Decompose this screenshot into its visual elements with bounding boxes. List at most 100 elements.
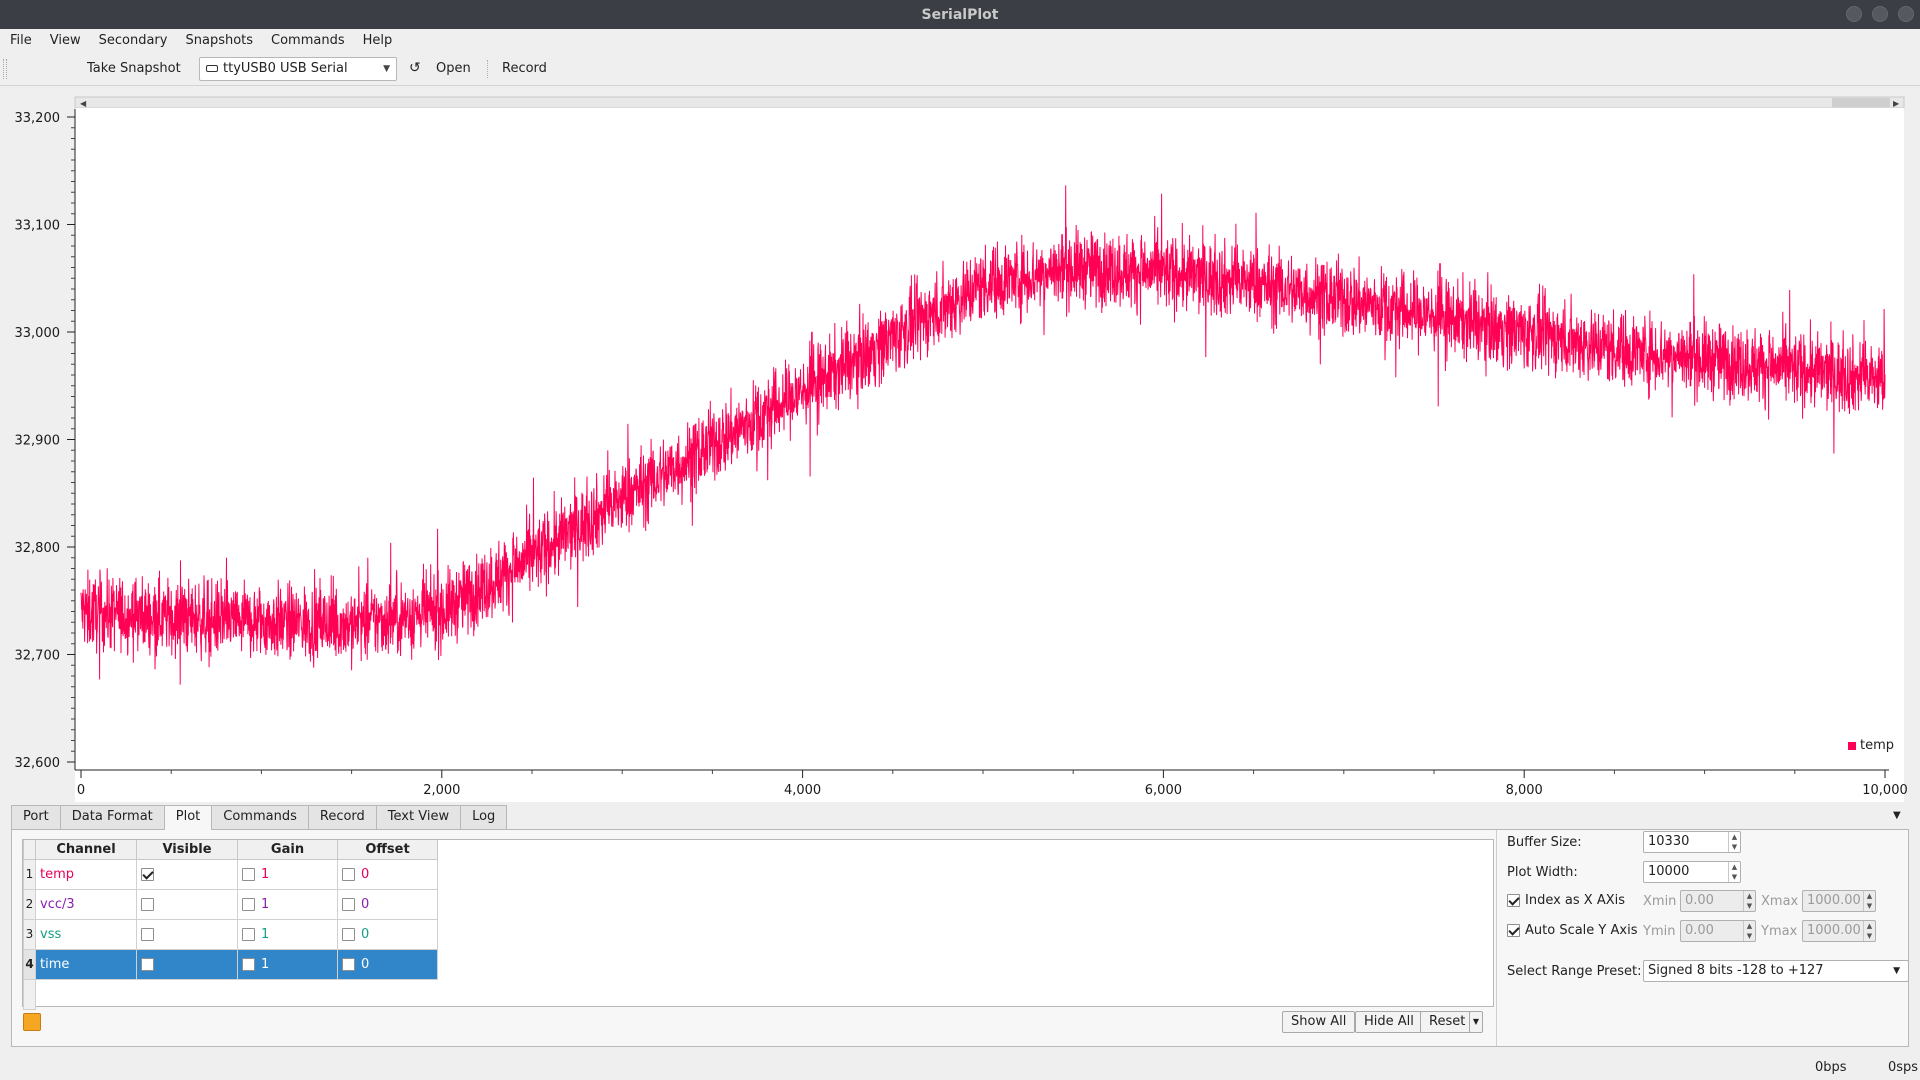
plot-area[interactable]: ◀ ▶ 32,600 32,700 32,800 32,900 33,000 33,100… <box>0 87 1920 802</box>
gain-cell[interactable]: 1 <box>237 888 338 920</box>
plot-canvas[interactable] <box>75 108 1904 802</box>
visible-cell[interactable] <box>136 888 238 920</box>
ymin-label: Ymin <box>1643 924 1676 939</box>
gain-cell[interactable]: 1 <box>237 858 338 890</box>
visible-cell[interactable] <box>136 918 238 950</box>
range-preset-select[interactable]: Signed 8 bits -128 to +127 ▼ <box>1643 960 1909 982</box>
ymax-value: 1000.00 <box>1807 923 1861 938</box>
menu-help[interactable]: Help <box>363 33 393 48</box>
buffer-size-spinbox[interactable]: 10330 ▲ ▼ <box>1643 831 1741 853</box>
tab-port[interactable]: Port <box>11 805 61 829</box>
offset-cell[interactable]: 0 <box>337 888 438 920</box>
offset-value: 0 <box>361 926 370 942</box>
visible-cell[interactable] <box>136 858 238 890</box>
maximize-icon[interactable] <box>1872 6 1888 22</box>
show-all-button[interactable]: Show All <box>1282 1011 1356 1033</box>
gain-cell[interactable]: 1 <box>237 918 338 950</box>
xmax-spinbox[interactable]: 1000.00 ▲ ▼ <box>1802 890 1876 912</box>
reset-menu-chevron-down-icon[interactable]: ▼ <box>1469 1011 1483 1033</box>
gain-checkbox-icon[interactable] <box>242 867 255 881</box>
spin-arrows-icon[interactable]: ▲ ▼ <box>1728 862 1740 882</box>
visible-cell[interactable] <box>136 948 238 980</box>
xmin-spinbox[interactable]: 0.00 ▲ ▼ <box>1680 890 1756 912</box>
y-tick-label: 32,800 <box>15 541 61 556</box>
ymax-spinbox[interactable]: 1000.00 ▲ ▼ <box>1802 920 1876 942</box>
take-snapshot-button[interactable]: Take Snapshot <box>87 51 181 86</box>
gain-cell[interactable]: 1 <box>237 948 338 980</box>
index-as-x-checkbox[interactable]: Index as X AXis <box>1507 893 1625 908</box>
port-select[interactable]: ttyUSB0 USB Serial ▼ <box>199 57 397 81</box>
plot-scrollbar-handle[interactable] <box>1832 98 1890 107</box>
tab-commands[interactable]: Commands <box>211 805 309 829</box>
visible-checkbox-icon[interactable] <box>141 867 154 881</box>
offset-checkbox-icon[interactable] <box>342 957 355 971</box>
scroll-right-icon[interactable]: ▶ <box>1893 99 1900 108</box>
header-visible[interactable]: Visible <box>136 840 238 860</box>
plot-chart[interactable]: ◀ ▶ 32,600 32,700 32,800 32,900 33,000 33,100… <box>0 87 1920 802</box>
offset-cell[interactable]: 0 <box>337 858 438 890</box>
usb-icon <box>206 65 218 72</box>
menu-secondary[interactable]: Secondary <box>99 33 168 48</box>
offset-cell[interactable]: 0 <box>337 948 438 980</box>
visible-checkbox-icon[interactable] <box>141 897 154 911</box>
channel-name-cell[interactable]: time <box>35 948 137 980</box>
menu-view[interactable]: View <box>50 33 81 48</box>
spin-arrows-icon: ▲ ▼ <box>1743 891 1755 911</box>
row-number[interactable]: 4 <box>23 948 36 980</box>
refresh-ports-button[interactable]: ↺ <box>409 51 421 86</box>
menu-snapshots[interactable]: Snapshots <box>185 33 253 48</box>
tab-log[interactable]: Log <box>460 805 508 829</box>
menu-file[interactable]: File <box>10 33 32 48</box>
offset-checkbox-icon[interactable] <box>342 927 355 941</box>
checkbox-icon[interactable] <box>1507 894 1520 907</box>
scroll-left-icon[interactable]: ◀ <box>80 99 87 108</box>
header-channel[interactable]: Channel <box>35 840 137 860</box>
tab-plot[interactable]: Plot <box>163 805 213 830</box>
gain-checkbox-icon[interactable] <box>242 897 255 911</box>
offset-cell[interactable]: 0 <box>337 918 438 950</box>
header-gain[interactable]: Gain <box>237 840 338 860</box>
offset-checkbox-icon[interactable] <box>342 867 355 881</box>
open-port-button[interactable]: Open <box>436 51 471 86</box>
close-icon[interactable] <box>1898 6 1914 22</box>
tab-record[interactable]: Record <box>307 805 377 829</box>
auto-scale-y-checkbox[interactable]: Auto Scale Y Axis <box>1507 923 1637 938</box>
minimize-icon[interactable] <box>1846 6 1862 22</box>
visible-checkbox-icon[interactable] <box>141 927 154 941</box>
row-number[interactable]: 3 <box>23 918 36 950</box>
plot-scrollbar[interactable] <box>74 96 1905 109</box>
y-tick-label: 33,000 <box>15 326 61 341</box>
hide-all-button[interactable]: Hide All <box>1355 1011 1423 1033</box>
tab-text-view[interactable]: Text View <box>375 805 462 829</box>
channel-name-cell[interactable]: vcc/3 <box>35 888 137 920</box>
plot-width-spinbox[interactable]: 10000 ▲ ▼ <box>1643 861 1741 883</box>
tab-data-format[interactable]: Data Format <box>59 805 165 829</box>
xmin-value: 0.00 <box>1685 893 1714 908</box>
table-row[interactable]: 1 temp 1 0 <box>23 858 438 890</box>
record-button[interactable]: Record <box>502 51 547 86</box>
header-offset[interactable]: Offset <box>337 840 438 860</box>
visible-checkbox-icon[interactable] <box>141 957 154 971</box>
offset-value: 0 <box>361 896 370 912</box>
ymin-spinbox[interactable]: 0.00 ▲ ▼ <box>1680 920 1756 942</box>
menu-commands[interactable]: Commands <box>271 33 345 48</box>
y-tick-label: 33,100 <box>15 219 61 234</box>
tab-list-chevron-down-icon[interactable]: ▼ <box>1893 810 1901 821</box>
offset-checkbox-icon[interactable] <box>342 897 355 911</box>
channel-color-button[interactable] <box>23 1013 41 1031</box>
window-titlebar: SerialPlot <box>0 0 1920 29</box>
spin-arrows-icon[interactable]: ▲ ▼ <box>1728 832 1740 852</box>
channel-name-cell[interactable]: vss <box>35 918 137 950</box>
toolbar-handle[interactable] <box>3 59 7 79</box>
gain-checkbox-icon[interactable] <box>242 957 255 971</box>
reset-button[interactable]: Reset <box>1420 1011 1475 1033</box>
table-row[interactable]: 2 vcc/3 1 0 <box>23 888 438 920</box>
table-row[interactable]: 4 time 1 0 <box>23 948 438 980</box>
channel-name-cell[interactable]: temp <box>35 858 137 890</box>
table-row[interactable]: 3 vss 1 0 <box>23 918 438 950</box>
gain-checkbox-icon[interactable] <box>242 927 255 941</box>
buffer-size-value: 10330 <box>1648 834 1690 849</box>
row-number[interactable]: 1 <box>23 858 36 890</box>
row-number[interactable]: 2 <box>23 888 36 920</box>
checkbox-icon[interactable] <box>1507 924 1520 937</box>
